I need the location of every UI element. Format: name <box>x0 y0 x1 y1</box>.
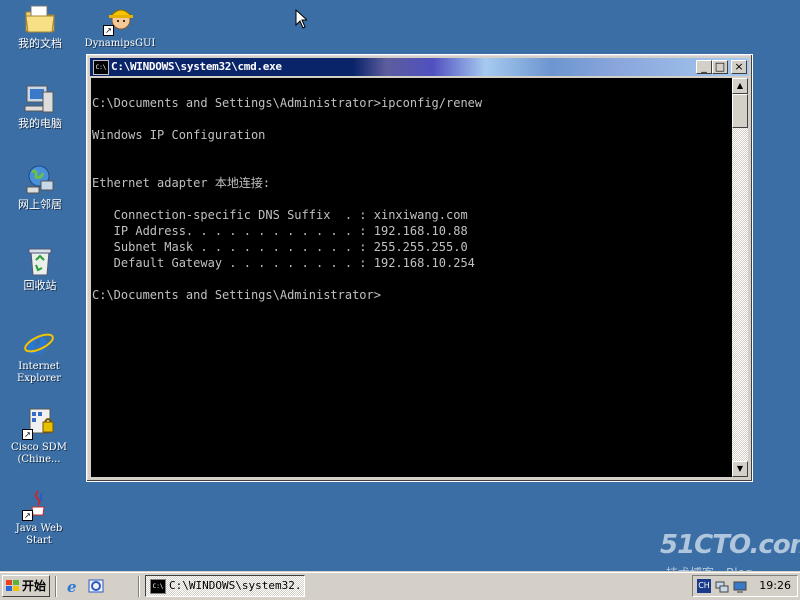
scroll-down-button[interactable]: ▼ <box>732 461 748 477</box>
desktop-icon-internet-explorer[interactable]: e Internet Explorer <box>1 324 77 385</box>
desktop-icon-dynamips-gui[interactable]: ↗ DynamipsGUI <box>82 2 158 50</box>
desktop-icon-label: Start <box>26 535 52 546</box>
console-line: IP Address. . . . . . . . . . . . : 192.… <box>92 224 468 238</box>
my-documents-icon <box>23 2 57 36</box>
minimize-button[interactable]: _ <box>696 60 712 74</box>
desktop-icon-java-web-start[interactable]: ↗ Java Web Start <box>1 487 77 547</box>
taskbar-separator <box>55 576 57 597</box>
desktop-icon-label: DynamipsGUI <box>84 38 156 49</box>
cmd-window-icon[interactable]: C:\ <box>93 60 109 75</box>
desktop-icon-label: Explorer <box>16 373 62 384</box>
scroll-thumb[interactable] <box>732 94 748 128</box>
window-title: C:\WINDOWS\system32\cmd.exe <box>111 60 282 73</box>
taskbar-button-cmd[interactable]: C:\ C:\WINDOWS\system32... <box>145 575 305 597</box>
desktop-icon-cisco-sdm[interactable]: ↗ Cisco SDM (Chine... <box>1 406 77 466</box>
console-line: Connection-specific DNS Suffix . : xinxi… <box>92 208 468 222</box>
vertical-scrollbar[interactable]: ▲ ▼ <box>732 78 748 477</box>
network-tray-icon[interactable] <box>715 579 729 593</box>
watermark-brand: 51CTO.com <box>660 530 800 560</box>
svg-text:e: e <box>67 578 77 594</box>
desktop-icon-my-documents[interactable]: 我的文档 <box>2 2 78 50</box>
system-tray: CH 19:26 <box>692 575 798 597</box>
quicklaunch-outlook-icon[interactable] <box>88 578 104 594</box>
shortcut-arrow-icon: ↗ <box>22 429 33 440</box>
cisco-sdm-icon: ↗ <box>22 406 56 440</box>
taskbar: 开始 e C:\ C:\WINDOWS\system32... CH 19:26 <box>0 572 800 600</box>
console-prompt-line: C:\Documents and Settings\Administrator> <box>92 288 381 302</box>
internet-explorer-icon: e <box>22 324 56 362</box>
java-web-start-icon: ↗ <box>22 487 56 521</box>
network-places-icon <box>23 163 57 197</box>
desktop-icon-label: Internet <box>18 361 60 372</box>
console-line: Default Gateway . . . . . . . . . : 192.… <box>92 256 475 270</box>
taskbar-separator <box>138 576 140 597</box>
desktop-icon-my-computer[interactable]: 我的电脑 <box>2 82 78 130</box>
desktop-icon-label: 我的电脑 <box>18 117 62 130</box>
console-line: C:\Documents and Settings\Administrator>… <box>92 96 483 110</box>
desktop-icon-label: (Chine... <box>17 454 61 465</box>
console-line: Ethernet adapter 本地连接: <box>92 176 271 190</box>
windows-logo-icon <box>6 580 19 592</box>
display-tray-icon[interactable] <box>733 579 747 593</box>
shortcut-arrow-icon: ↗ <box>103 25 114 36</box>
taskbar-button-label: C:\WINDOWS\system32... <box>169 579 305 592</box>
desktop-icon-network-places[interactable]: 网上邻居 <box>2 163 78 211</box>
quicklaunch-ie-icon[interactable]: e <box>65 578 81 596</box>
desktop-icon-label: Java Web <box>15 523 63 534</box>
console-line: Subnet Mask . . . . . . . . . . . : 255.… <box>92 240 468 254</box>
console-line: Windows IP Configuration <box>92 128 266 142</box>
window-titlebar[interactable]: C:\ C:\WINDOWS\system32\cmd.exe _ □ × <box>90 58 749 76</box>
recycle-bin-icon <box>23 244 57 278</box>
desktop-icon-label: 回收站 <box>23 279 57 292</box>
close-button[interactable]: × <box>731 60 747 74</box>
console-output[interactable]: C:\Documents and Settings\Administrator>… <box>91 78 732 477</box>
taskbar-clock[interactable]: 19:26 <box>759 579 791 592</box>
desktop-icon-label: Cisco SDM <box>11 442 67 453</box>
cmd-window[interactable]: C:\ C:\WINDOWS\system32\cmd.exe _ □ × C:… <box>86 54 753 482</box>
mouse-cursor-icon <box>295 8 309 33</box>
shortcut-arrow-icon: ↗ <box>22 510 33 521</box>
desktop-icon-recycle-bin[interactable]: 回收站 <box>2 244 78 292</box>
my-computer-icon <box>23 82 57 116</box>
scroll-up-button[interactable]: ▲ <box>732 78 748 94</box>
input-language-icon[interactable]: CH <box>697 579 711 593</box>
dynamips-gui-icon: ↗ <box>103 2 137 36</box>
maximize-button[interactable]: □ <box>712 60 728 74</box>
desktop-icon-label: 网上邻居 <box>18 198 62 211</box>
cmd-taskbar-icon: C:\ <box>150 579 166 594</box>
start-label: 开始 <box>22 579 47 593</box>
watermark: 51CTO.com 技术博客—Blog <box>660 530 800 580</box>
start-button[interactable]: 开始 <box>2 575 50 597</box>
desktop-icon-label: 我的文档 <box>18 37 62 50</box>
